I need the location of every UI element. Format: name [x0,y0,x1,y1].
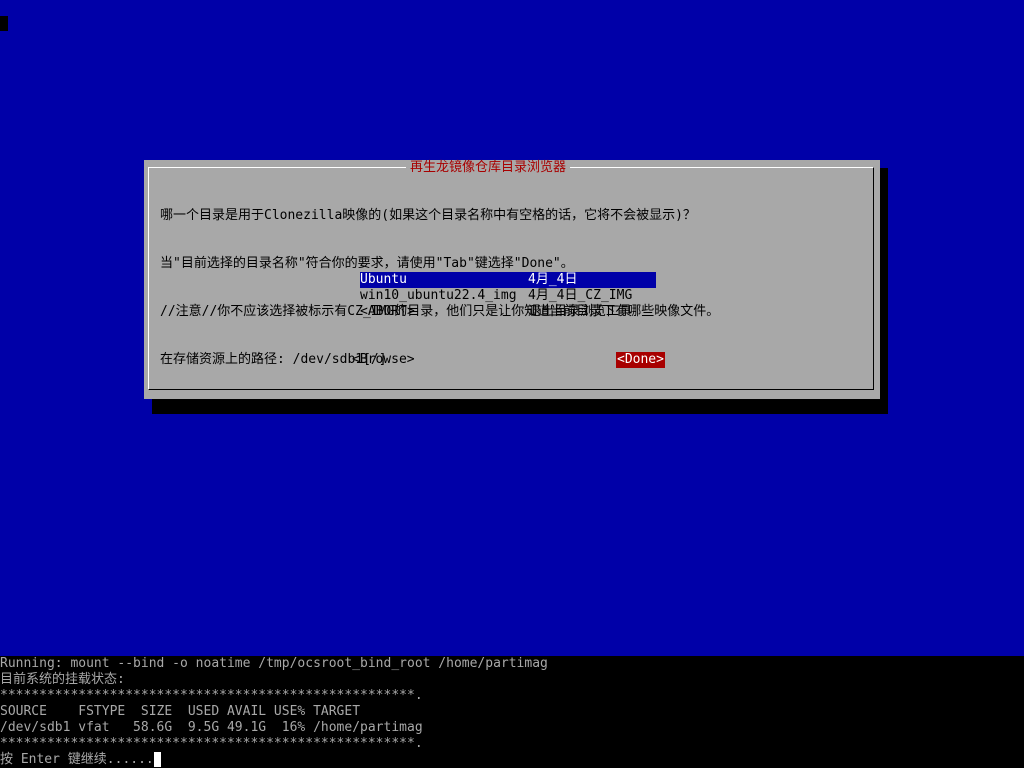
console-line-separator: ****************************************… [0,688,423,703]
dialog-title: 再生龙镜像仓库目录浏览器 [406,160,571,176]
console-cursor [153,752,161,767]
browse-button[interactable]: <Browse> [352,352,415,368]
directory-item-desc: 4月_4日 [528,272,578,287]
console-prompt-text: 按 Enter 键继续...... [0,752,154,767]
directory-item-win10-ubuntu[interactable]: win10_ubuntu22.4_img 4月_4日_CZ_IMG [360,288,656,304]
dialog-line-selected-dir: 目前选择的目录名称: "/" [160,400,317,415]
done-button[interactable]: <Done> [616,352,665,368]
console-line-separator: ****************************************… [0,736,423,751]
directory-item-abort[interactable]: <ABORT> 退出目录浏览工具 [360,304,656,320]
dialog-line-question: 哪一个目录是用于Clonezilla映像的(如果这个目录名称中有空格的话，它将不… [160,208,696,223]
directory-item-ubuntu[interactable]: Ubuntu 4月_4日 [360,272,656,288]
console-line-table-header: SOURCE FSTYPE SIZE USED AVAIL USE% TARGE… [0,704,361,719]
console-output: Running: mount --bind -o noatime /tmp/oc… [0,656,1024,768]
directory-item-name: win10_ubuntu22.4_img [360,288,517,303]
directory-item-desc: 退出目录浏览工具 [528,304,633,319]
dialog-line-instruction: 当"目前选择的目录名称"符合你的要求，请使用"Tab"键选择"Done"。 [160,256,574,271]
screen-cursor [0,16,8,31]
console-line-prompt: 按 Enter 键继续...... [0,752,1024,768]
directory-browser-dialog: 再生龙镜像仓库目录浏览器 哪一个目录是用于Clonezilla映像的(如果这个目… [144,160,880,415]
directory-list: Ubuntu 4月_4日 win10_ubuntu22.4_img 4月_4日_… [360,272,656,320]
directory-item-name: Ubuntu [360,272,407,287]
console-line-table-row: /dev/sdb1 vfat 58.6G 9.5G 49.1G 16% /hom… [0,720,423,735]
directory-item-name: <ABORT> [360,304,415,319]
console-line-running: Running: mount --bind -o noatime /tmp/oc… [0,656,548,671]
console-line-mount-status: 目前系统的挂载状态: [0,672,125,687]
directory-item-desc: 4月_4日_CZ_IMG [528,288,633,303]
